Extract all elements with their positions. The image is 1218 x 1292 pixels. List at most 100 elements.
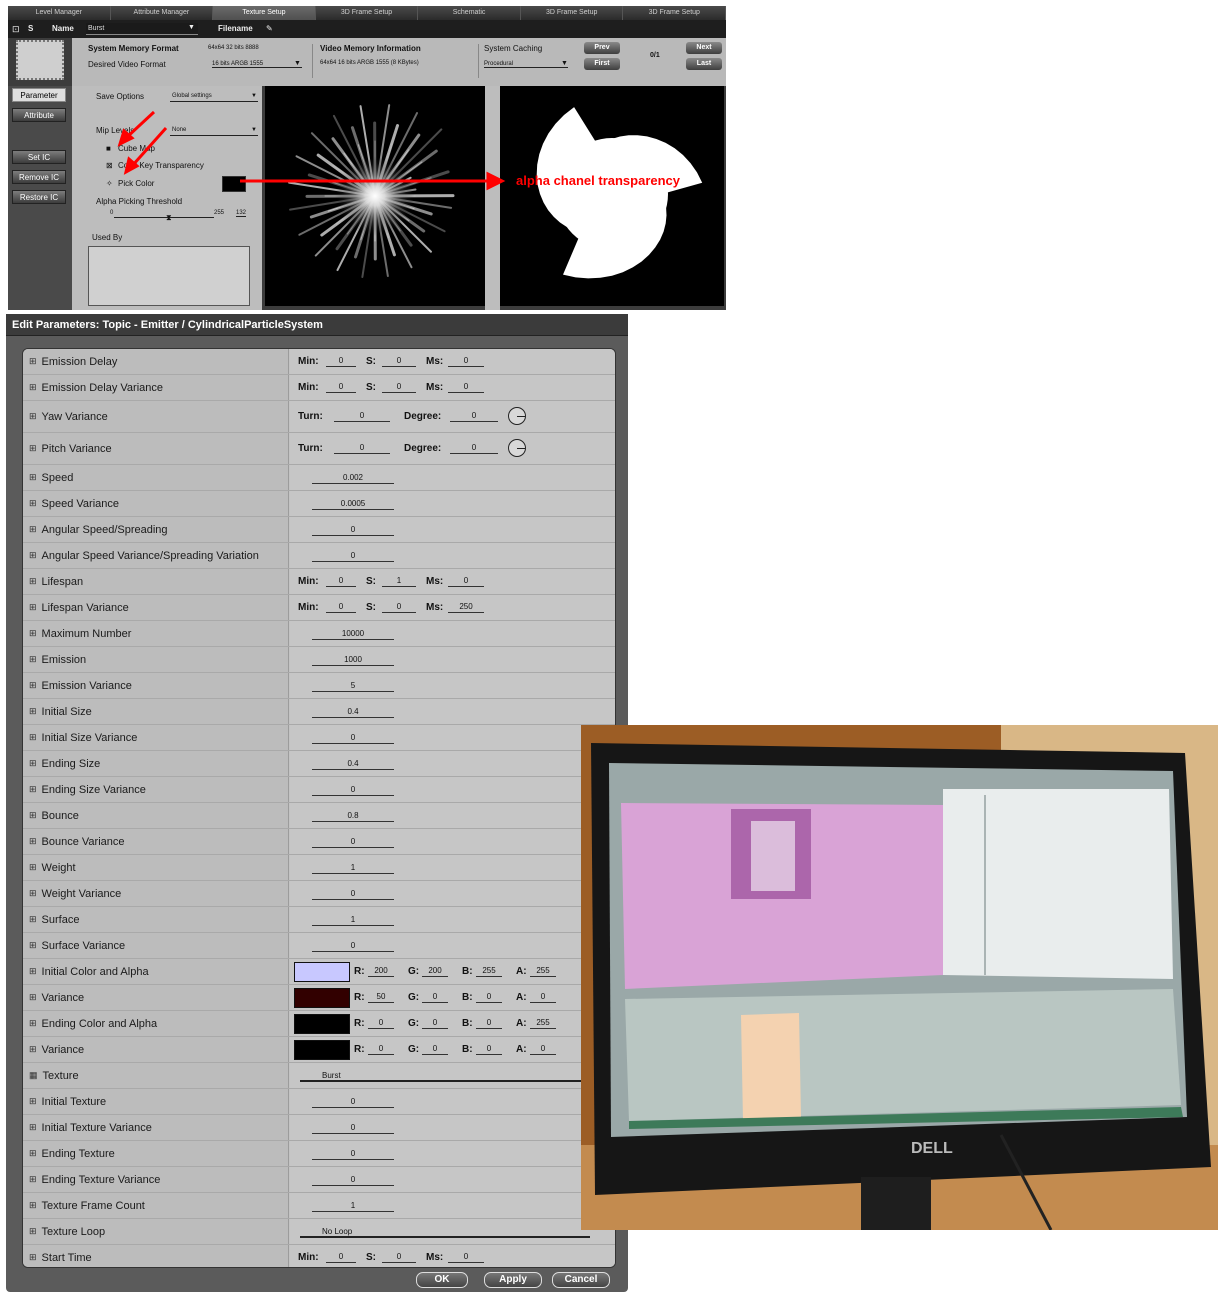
color-swatch[interactable] [294, 1040, 350, 1060]
angle-dial-icon[interactable] [508, 407, 526, 425]
a-field[interactable]: 0 [530, 991, 556, 1003]
expand-icon[interactable]: ⊞ [29, 914, 37, 925]
value-field[interactable]: 0.4 [312, 758, 394, 770]
expand-icon[interactable]: ⊞ [29, 1096, 37, 1107]
value-field[interactable]: 0.002 [312, 472, 394, 484]
r-field[interactable]: 50 [368, 991, 394, 1003]
value-field[interactable]: 0 [312, 1122, 394, 1134]
apply-button[interactable]: Apply [484, 1272, 542, 1288]
color-swatch[interactable] [294, 988, 350, 1008]
turn-field[interactable]: 0 [334, 410, 390, 422]
expand-icon[interactable]: ⊞ [29, 382, 37, 393]
value-field[interactable]: 1 [312, 862, 394, 874]
min-field[interactable]: 0 [326, 381, 356, 393]
r-field[interactable]: 0 [368, 1043, 394, 1055]
value-field[interactable]: 0 [312, 784, 394, 796]
value-field[interactable]: 0 [312, 732, 394, 744]
b-field[interactable]: 255 [476, 965, 502, 977]
g-field[interactable]: 0 [422, 991, 448, 1003]
expand-icon[interactable]: ⊞ [29, 1148, 37, 1159]
text-field[interactable]: Burst [300, 1070, 590, 1082]
value-field[interactable]: 0.4 [312, 706, 394, 718]
expand-icon[interactable]: ⊞ [29, 443, 37, 454]
expand-icon[interactable]: ⊞ [29, 550, 37, 561]
r-field[interactable]: 0 [368, 1017, 394, 1029]
g-field[interactable]: 0 [422, 1017, 448, 1029]
ms-field[interactable]: 0 [448, 355, 484, 367]
value-field[interactable]: 1 [312, 1200, 394, 1212]
value-field[interactable]: 5 [312, 680, 394, 692]
a-field[interactable]: 255 [530, 965, 556, 977]
angle-dial-icon[interactable] [508, 439, 526, 457]
value-field[interactable]: 10000 [312, 628, 394, 640]
expand-icon[interactable]: ⊞ [29, 654, 37, 665]
ms-field[interactable]: 0 [448, 1251, 484, 1263]
expand-icon[interactable]: ⊞ [29, 1018, 37, 1029]
s-field[interactable]: 0 [382, 1251, 416, 1263]
color-swatch[interactable] [294, 962, 350, 982]
expand-icon[interactable]: ⊞ [29, 966, 37, 977]
b-field[interactable]: 0 [476, 991, 502, 1003]
value-field[interactable]: 0 [312, 1174, 394, 1186]
r-field[interactable]: 200 [368, 965, 394, 977]
value-field[interactable]: 0 [312, 888, 394, 900]
b-field[interactable]: 0 [476, 1043, 502, 1055]
ok-button[interactable]: OK [416, 1272, 468, 1288]
expand-icon[interactable]: ⊞ [29, 472, 37, 483]
expand-icon[interactable]: ⊞ [29, 706, 37, 717]
g-field[interactable]: 200 [422, 965, 448, 977]
expand-icon[interactable]: ⊞ [29, 810, 37, 821]
value-field[interactable]: 0 [312, 550, 394, 562]
expand-icon[interactable]: ⊞ [29, 940, 37, 951]
min-field[interactable]: 0 [326, 1251, 356, 1263]
expand-icon[interactable]: ⊞ [29, 888, 37, 899]
expand-icon[interactable]: ⊞ [29, 498, 37, 509]
s-field[interactable]: 0 [382, 381, 416, 393]
expand-icon[interactable]: ⊞ [29, 524, 37, 535]
expand-icon[interactable]: ⊞ [29, 836, 37, 847]
value-field[interactable]: 0 [312, 836, 394, 848]
expand-icon[interactable]: ⊞ [29, 1200, 37, 1211]
expand-icon[interactable]: ⊞ [29, 1174, 37, 1185]
ms-field[interactable]: 0 [448, 575, 484, 587]
expand-icon[interactable]: ⊞ [29, 1252, 37, 1263]
expand-icon[interactable]: ⊞ [29, 992, 37, 1003]
g-field[interactable]: 0 [422, 1043, 448, 1055]
value-field[interactable]: 0 [312, 940, 394, 952]
degree-field[interactable]: 0 [450, 442, 498, 454]
value-field[interactable]: 0.0005 [312, 498, 394, 510]
s-field[interactable]: 0 [382, 601, 416, 613]
expand-icon[interactable]: ⊞ [29, 862, 37, 873]
texture-icon[interactable]: ▦ [29, 1070, 38, 1081]
expand-icon[interactable]: ⊞ [29, 1226, 37, 1237]
value-field[interactable]: 0.8 [312, 810, 394, 822]
expand-icon[interactable]: ⊞ [29, 628, 37, 639]
expand-icon[interactable]: ⊞ [29, 411, 37, 422]
expand-icon[interactable]: ⊞ [29, 602, 37, 613]
b-field[interactable]: 0 [476, 1017, 502, 1029]
min-field[interactable]: 0 [326, 355, 356, 367]
expand-icon[interactable]: ⊞ [29, 784, 37, 795]
expand-icon[interactable]: ⊞ [29, 1122, 37, 1133]
value-field[interactable]: 0 [312, 1096, 394, 1108]
value-field[interactable]: 0 [312, 524, 394, 536]
expand-icon[interactable]: ⊞ [29, 732, 37, 743]
value-field[interactable]: 1000 [312, 654, 394, 666]
ms-field[interactable]: 250 [448, 601, 484, 613]
degree-field[interactable]: 0 [450, 410, 498, 422]
a-field[interactable]: 255 [530, 1017, 556, 1029]
value-field[interactable]: 1 [312, 914, 394, 926]
expand-icon[interactable]: ⊞ [29, 1044, 37, 1055]
expand-icon[interactable]: ⊞ [29, 758, 37, 769]
min-field[interactable]: 0 [326, 575, 356, 587]
min-field[interactable]: 0 [326, 601, 356, 613]
s-field[interactable]: 0 [382, 355, 416, 367]
cancel-button[interactable]: Cancel [552, 1272, 610, 1288]
a-field[interactable]: 0 [530, 1043, 556, 1055]
value-field[interactable]: 0 [312, 1148, 394, 1160]
expand-icon[interactable]: ⊞ [29, 356, 37, 367]
expand-icon[interactable]: ⊞ [29, 680, 37, 691]
s-field[interactable]: 1 [382, 575, 416, 587]
ms-field[interactable]: 0 [448, 381, 484, 393]
text-field[interactable]: No Loop [300, 1226, 590, 1238]
